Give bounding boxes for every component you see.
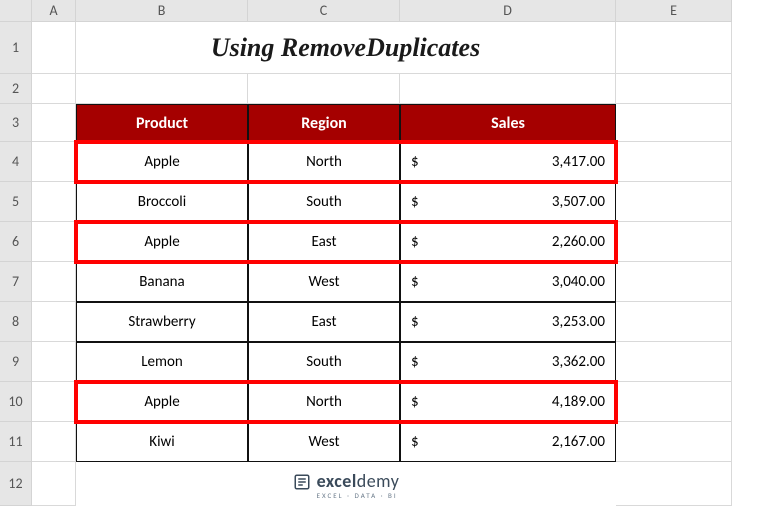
cell-sales[interactable]: $3,362.00 (400, 342, 616, 382)
cell-blank[interactable] (32, 462, 76, 506)
row-header-2[interactable]: 2 (0, 74, 32, 104)
col-header-C[interactable]: C (248, 0, 400, 22)
cell-product[interactable]: Banana (76, 262, 248, 302)
cell-region[interactable]: North (248, 382, 400, 422)
header-sales: Sales (400, 104, 616, 142)
col-header-B[interactable]: B (76, 0, 248, 22)
row-header-8[interactable]: 8 (0, 302, 32, 342)
cell-region[interactable]: West (248, 262, 400, 302)
select-all-corner[interactable] (0, 0, 32, 22)
cell-product[interactable]: Apple (76, 382, 248, 422)
cell-region[interactable]: East (248, 302, 400, 342)
cell-sales[interactable]: $3,507.00 (400, 182, 616, 222)
cell-blank[interactable] (32, 382, 76, 422)
cell-sales[interactable]: $3,040.00 (400, 262, 616, 302)
col-header-A[interactable]: A (32, 0, 76, 22)
cell-blank[interactable] (616, 74, 732, 104)
cell-product[interactable]: Kiwi (76, 422, 248, 462)
header-region: Region (248, 104, 400, 142)
cell-blank[interactable] (32, 142, 76, 182)
cell-blank[interactable] (616, 342, 732, 382)
cell-blank[interactable] (616, 104, 732, 142)
row-header-6[interactable]: 6 (0, 222, 32, 262)
cell-blank[interactable] (32, 302, 76, 342)
cell-blank[interactable] (616, 22, 732, 74)
cell-blank[interactable] (32, 422, 76, 462)
cell-sales[interactable]: $4,189.00 (400, 382, 616, 422)
cell-product[interactable]: Strawberry (76, 302, 248, 342)
cell-blank[interactable] (32, 22, 76, 74)
cell-region[interactable]: North (248, 142, 400, 182)
cell-blank[interactable] (616, 142, 732, 182)
cell-blank[interactable] (32, 342, 76, 382)
cell-region[interactable]: West (248, 422, 400, 462)
cell-product[interactable]: Lemon (76, 342, 248, 382)
cell-blank[interactable] (76, 74, 248, 104)
cell-region[interactable]: South (248, 342, 400, 382)
cell-blank[interactable] (32, 104, 76, 142)
cell-product[interactable]: Broccoli (76, 182, 248, 222)
cell-blank[interactable] (32, 222, 76, 262)
brand-tagline: EXCEL · DATA · BI (317, 492, 400, 499)
cell-blank[interactable] (616, 462, 732, 506)
page-title: Using RemoveDuplicates (76, 22, 616, 74)
row-header-10[interactable]: 10 (0, 382, 32, 422)
row-header-4[interactable]: 4 (0, 142, 32, 182)
cell-blank[interactable] (616, 262, 732, 302)
cell-blank[interactable] (616, 422, 732, 462)
row-header-11[interactable]: 11 (0, 422, 32, 462)
cell-blank[interactable] (616, 302, 732, 342)
brand-footer: exceldemy EXCEL · DATA · BI (76, 462, 616, 506)
cell-blank[interactable] (32, 182, 76, 222)
col-header-E[interactable]: E (616, 0, 732, 22)
cell-region[interactable]: South (248, 182, 400, 222)
cell-blank[interactable] (32, 74, 76, 104)
cell-sales[interactable]: $2,167.00 (400, 422, 616, 462)
cell-region[interactable]: East (248, 222, 400, 262)
row-header-5[interactable]: 5 (0, 182, 32, 222)
row-header-7[interactable]: 7 (0, 262, 32, 302)
cell-product[interactable]: Apple (76, 222, 248, 262)
cell-blank[interactable] (616, 382, 732, 422)
cell-blank[interactable] (400, 74, 616, 104)
brand-text: exceldemy (317, 470, 400, 492)
cell-blank[interactable] (248, 74, 400, 104)
row-header-9[interactable]: 9 (0, 342, 32, 382)
brand-icon (293, 473, 311, 496)
header-product: Product (76, 104, 248, 142)
spreadsheet-grid: Using RemoveDuplicates Product Region Sa… (0, 0, 768, 511)
cell-sales[interactable]: $3,253.00 (400, 302, 616, 342)
cell-product[interactable]: Apple (76, 142, 248, 182)
col-header-D[interactable]: D (400, 0, 616, 22)
row-header-12[interactable]: 12 (0, 462, 32, 506)
cell-blank[interactable] (616, 182, 732, 222)
row-header-1[interactable]: 1 (0, 22, 32, 74)
cell-sales[interactable]: $2,260.00 (400, 222, 616, 262)
cell-blank[interactable] (32, 262, 76, 302)
cell-sales[interactable]: $3,417.00 (400, 142, 616, 182)
row-header-3[interactable]: 3 (0, 104, 32, 142)
cell-blank[interactable] (616, 222, 732, 262)
